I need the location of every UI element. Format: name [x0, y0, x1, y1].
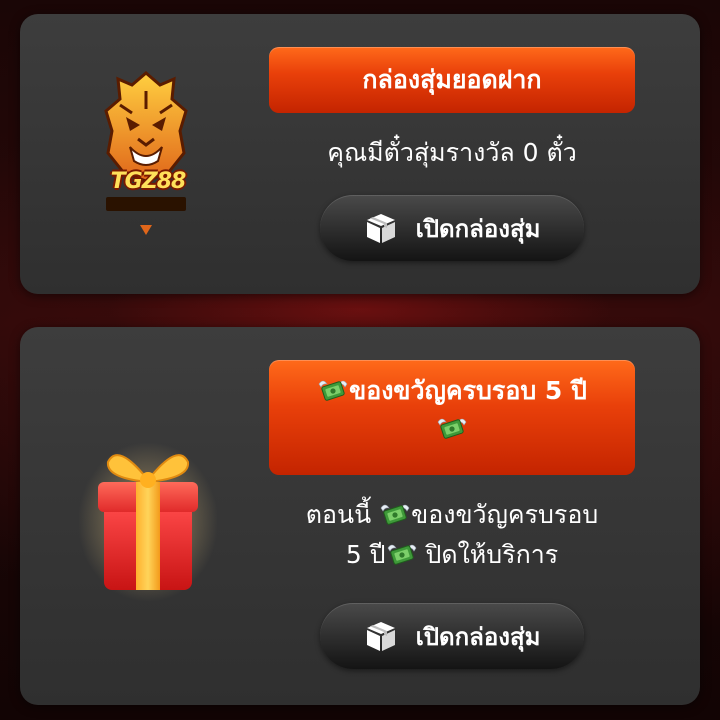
logo-text: TGZ88 — [110, 169, 187, 194]
money-with-wings-icon — [436, 416, 468, 440]
card-title-banner: ของขวัญครบรอบ 5 ปี — [269, 360, 635, 475]
card-title-banner: กล่องสุ่มยอดฝาก — [269, 47, 635, 113]
open-box-button[interactable]: เปิดกล่องสุ่ม — [320, 195, 584, 261]
card-title: กล่องสุ่มยอดฝาก — [362, 65, 542, 94]
anniversary-gift-card: ของขวัญครบรอบ 5 ปี ตอนนี้ ของขวัญครบรอบ … — [20, 327, 700, 705]
ticket-count-text: คุณมีตั๋วสุ่มรางวัล 0 ตั๋ว — [327, 138, 577, 167]
gift-box-icon — [78, 432, 218, 602]
anniversary-status-text: ตอนนี้ ของขวัญครบรอบ 5 ปี ปิดให้บริการ — [269, 495, 635, 575]
open-box-button[interactable]: เปิดกล่องสุ่ม — [320, 603, 584, 669]
status-text-part: ของขวัญครบรอบ — [411, 500, 599, 529]
status-text-part: ปิดให้บริการ — [417, 540, 559, 569]
package-box-icon — [364, 211, 398, 245]
card-title: ของขวัญครบรอบ 5 ปี — [349, 376, 587, 405]
status-text-part: ตอนนี้ — [305, 500, 380, 529]
deposit-box-card: TGZ88 กล่องสุ่มยอดฝาก คุณมีตั๋วสุ่มรางวั… — [20, 14, 700, 294]
money-with-wings-icon — [386, 542, 418, 566]
open-box-button-label: เปิดกล่องสุ่ม — [415, 622, 541, 651]
money-with-wings-icon — [317, 378, 349, 402]
package-box-icon — [364, 619, 398, 653]
status-text-part: 5 ปี — [345, 540, 386, 569]
tiger-logo-icon: TGZ88 — [100, 69, 192, 239]
money-with-wings-icon — [379, 502, 411, 526]
open-box-button-label: เปิดกล่องสุ่ม — [415, 214, 541, 243]
